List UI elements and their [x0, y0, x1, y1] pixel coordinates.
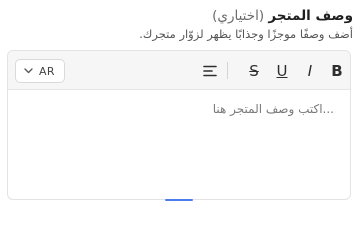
editor-content-area[interactable]: ...اكتب وصف المتجر هنا: [8, 90, 350, 199]
field-help-text: أضف وصفًا موجزًا وجذابًا يظهر لزوّار متج…: [139, 27, 353, 41]
strikethrough-button[interactable]: S: [245, 61, 263, 81]
field-label: وصف المتجر: [268, 8, 353, 24]
underline-glyph: U: [276, 62, 288, 80]
rich-text-editor: AR S U I B ...اكتب وصف المتجر هنا: [7, 50, 351, 200]
underline-button[interactable]: U: [273, 61, 291, 81]
store-description-header: وصف المتجر (اختياري) أضف وصفًا موجزًا وج…: [7, 6, 353, 42]
resize-handle[interactable]: [165, 199, 193, 201]
language-select-value: AR: [39, 64, 55, 78]
italic-glyph: I: [307, 62, 313, 80]
toolbar-divider: [227, 62, 228, 79]
field-label-row: وصف المتجر (اختياري): [7, 6, 353, 26]
optional-hint: (اختياري): [212, 8, 265, 24]
editor-toolbar: AR S U I B: [8, 51, 350, 90]
align-left-icon: [203, 65, 217, 77]
chevron-down-icon: [24, 68, 33, 74]
bold-glyph: B: [331, 62, 343, 80]
align-button[interactable]: [201, 61, 219, 81]
language-select[interactable]: AR: [15, 59, 65, 83]
editor-placeholder: ...اكتب وصف المتجر هنا: [212, 102, 334, 116]
italic-button[interactable]: I: [301, 61, 319, 81]
bold-button[interactable]: B: [328, 61, 346, 81]
strikethrough-glyph: S: [249, 62, 259, 80]
